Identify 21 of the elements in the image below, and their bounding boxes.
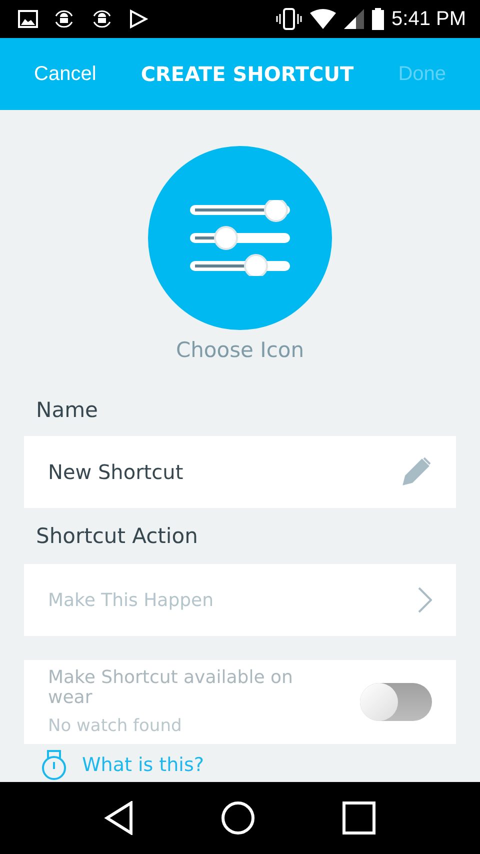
name-field[interactable]: New Shortcut (24, 436, 456, 508)
play-store-icon (128, 9, 148, 29)
chevron-right-icon (418, 587, 432, 613)
wear-option-label: Make Shortcut available on wear (48, 668, 294, 708)
section-heading: Shortcut Action (35, 524, 199, 548)
watch-status-note: No watch found (48, 716, 183, 736)
choose-icon-label: Choose Icon (176, 338, 304, 362)
pencil-icon (400, 456, 432, 488)
battery-icon (372, 8, 384, 30)
vibrate-icon (276, 8, 302, 30)
sliders-icon (190, 200, 290, 276)
section-heading: Name (35, 398, 99, 422)
signal-icon (344, 9, 364, 29)
gallery-icon (18, 9, 38, 29)
cancel-button[interactable]: Cancel (24, 56, 106, 92)
clock-time: 5:41 PM (392, 8, 466, 30)
screen-title: CREATE SHORTCUT (140, 62, 354, 86)
watch-icon (40, 750, 68, 780)
wifi-icon (310, 9, 336, 29)
action-picker[interactable]: Make This Happen (24, 564, 456, 636)
help-link[interactable]: What is this? (82, 754, 204, 776)
